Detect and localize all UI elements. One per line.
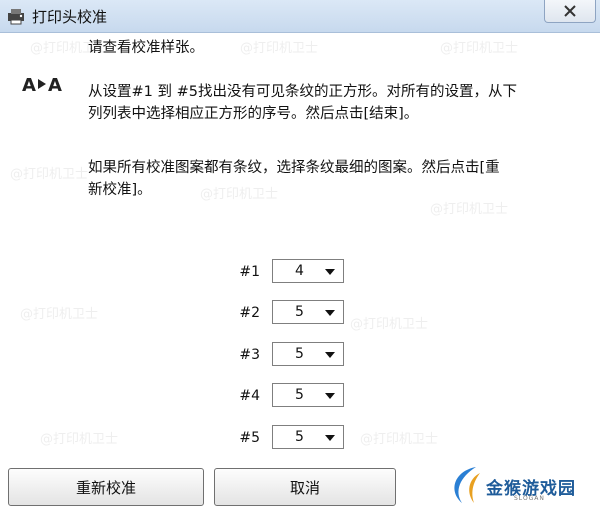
watermark: @打印机卫士 xyxy=(40,432,119,447)
svg-text:A: A xyxy=(22,75,36,95)
site-logo: 金猴游戏园 SLOGAN xyxy=(446,462,596,508)
setting-select-5[interactable]: 5 xyxy=(272,425,344,449)
print-alignment-icon: A A xyxy=(22,75,62,95)
setting-label-4: #4 xyxy=(239,388,260,404)
instruction-text: 列列表中选择相应正方形的序号。然后点击[结束]。 xyxy=(88,106,419,122)
chevron-down-icon xyxy=(325,435,335,441)
setting-select-3[interactable]: 5 xyxy=(272,342,344,366)
close-button[interactable] xyxy=(544,0,596,23)
recalibrate-button[interactable]: 重新校准 xyxy=(8,468,204,506)
instruction-text: 从设置#1 到 #5找出没有可见条纹的正方形。对所有的设置，从下 xyxy=(88,84,517,100)
logo-swoosh-icon xyxy=(454,467,480,503)
chevron-down-icon xyxy=(325,352,335,358)
setting-select-2[interactable]: 5 xyxy=(272,300,344,324)
watermark: @打印机卫士 xyxy=(240,41,319,56)
setting-label-5: #5 xyxy=(239,430,260,446)
selected-value: 5 xyxy=(295,346,304,362)
selected-value: 5 xyxy=(295,304,304,320)
instruction-heading: 请查看校准样张。 xyxy=(88,40,204,56)
setting-label-1: #1 xyxy=(239,264,260,280)
close-icon xyxy=(564,5,576,17)
watermark: @打印机卫士 xyxy=(430,202,509,217)
watermark: @打印机卫士 xyxy=(360,432,439,447)
printer-settings-icon xyxy=(8,9,24,25)
setting-label-2: #2 xyxy=(239,305,260,321)
watermark: @打印机卫士 xyxy=(350,317,429,332)
setting-select-4[interactable]: 5 xyxy=(272,383,344,407)
chevron-down-icon xyxy=(325,269,335,275)
selected-value: 5 xyxy=(295,429,304,445)
chevron-down-icon xyxy=(325,310,335,316)
selected-value: 5 xyxy=(295,387,304,403)
cancel-button[interactable]: 取消 xyxy=(214,468,396,506)
svg-text:A: A xyxy=(48,75,62,95)
logo-slogan: SLOGAN xyxy=(514,495,545,502)
instruction-text: 新校准]。 xyxy=(88,182,152,198)
title-bar: 打印头校准 xyxy=(0,0,600,33)
instruction-text: 如果所有校准图案都有条纹，选择条纹最细的图案。然后点击[重 xyxy=(88,160,500,176)
dialog-body: @打印机卫士 @打印机卫士 @打印机卫士 @打印机卫士 @打印机卫士 @打印机卫… xyxy=(0,33,600,512)
watermark: @打印机卫士 xyxy=(440,41,519,56)
watermark: @打印机卫士 xyxy=(10,167,89,182)
selected-value: 4 xyxy=(295,263,304,279)
chevron-down-icon xyxy=(325,393,335,399)
watermark: @打印机卫士 xyxy=(200,187,279,202)
setting-label-3: #3 xyxy=(239,347,260,363)
window-title: 打印头校准 xyxy=(32,8,108,26)
watermark: @打印机卫士 xyxy=(20,307,99,322)
setting-select-1[interactable]: 4 xyxy=(272,259,344,283)
